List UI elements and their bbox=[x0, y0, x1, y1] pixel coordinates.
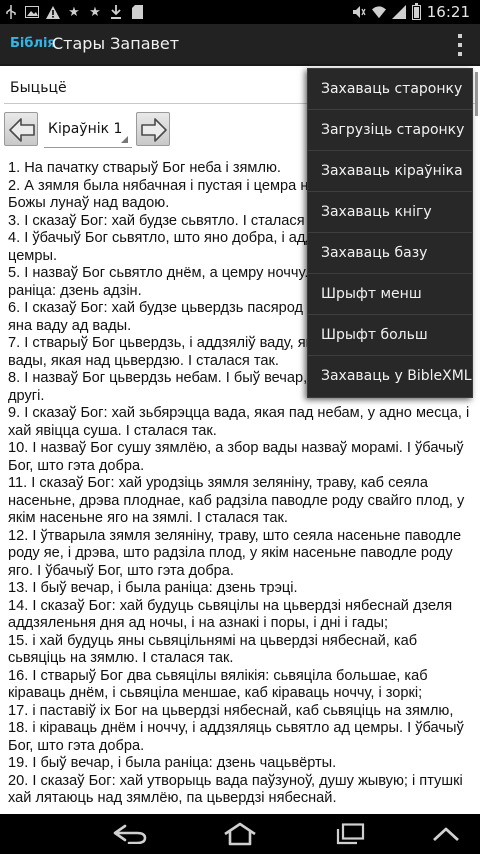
clock: 16:21 bbox=[426, 3, 470, 21]
app-logo[interactable]: Біблія bbox=[10, 36, 56, 51]
chapter-selector[interactable]: Кіраўнік 1 bbox=[48, 121, 122, 137]
home-icon bbox=[224, 822, 256, 846]
signal-icon bbox=[391, 5, 406, 19]
star-icon: ★ bbox=[68, 4, 80, 20]
verse: 16. І стварыў Бог два сьвяцілы вялікія: … bbox=[8, 667, 428, 702]
spinner-indicator-icon bbox=[121, 136, 128, 143]
verse: 11. І сказаў Бог: хай уродзіць зямля зел… bbox=[8, 475, 465, 526]
collapse-button[interactable] bbox=[426, 820, 466, 848]
back-button[interactable] bbox=[110, 820, 150, 848]
notification-icons: ★ ★ bbox=[4, 2, 144, 22]
verse: 14. І сказаў Бог: хай будуць сьвяцілы на… bbox=[8, 597, 453, 632]
verse: 12. І ўтварыла зямля зеляніну, траву, шт… bbox=[8, 527, 462, 579]
battery-icon bbox=[411, 2, 421, 20]
verse: 9. І сказаў Бог: хай зьбярэцца вада, яка… bbox=[8, 405, 470, 439]
navigation-bar bbox=[0, 814, 480, 854]
chapter-selector-underline bbox=[44, 147, 132, 148]
menu-item-save-book[interactable]: Захаваць кнігу bbox=[308, 192, 472, 233]
recent-apps-button[interactable] bbox=[330, 820, 370, 848]
previous-chapter-button[interactable] bbox=[4, 112, 38, 146]
verse: 15. і хай будуць яны сьвяцільнямі на цьв… bbox=[8, 632, 418, 667]
status-bar: ★ ★ 16:21 bbox=[0, 0, 480, 24]
page-title: Стары Запавет bbox=[52, 34, 180, 53]
verse: 19. І быў вечар, і была раніца: дзень ча… bbox=[8, 755, 337, 771]
wifi-icon bbox=[371, 5, 386, 19]
verse: 18. і кіраваць днём і ноччу, і аддзяляць… bbox=[8, 720, 464, 754]
menu-item-font-larger[interactable]: Шрыфт больш bbox=[308, 315, 472, 356]
overflow-menu: Захаваць старонку Загрузіць старонку Зах… bbox=[307, 68, 473, 398]
action-bar: Біблія Стары Запавет bbox=[0, 24, 480, 66]
verse: 13. І быў вечар, і была раніца: дзень тр… bbox=[8, 580, 298, 596]
sound-off-icon bbox=[352, 5, 366, 19]
verse: 10. І назваў Бог сушу зямлёю, а збор вад… bbox=[8, 440, 464, 474]
menu-item-save-page[interactable]: Захаваць старонку bbox=[308, 69, 472, 110]
menu-item-save-database[interactable]: Захаваць базу bbox=[308, 233, 472, 274]
verse: 20. І сказаў Бог: хай утворыць вада паўз… bbox=[8, 772, 463, 807]
system-icons: 16:21 bbox=[352, 2, 470, 22]
menu-item-load-page[interactable]: Загрузіць старонку bbox=[308, 110, 472, 151]
recent-apps-icon bbox=[336, 823, 365, 845]
arrow-right-icon bbox=[141, 118, 167, 142]
back-icon bbox=[113, 824, 147, 844]
book-selector-value: Быцьцё bbox=[10, 80, 67, 96]
menu-item-save-biblexml[interactable]: Захаваць у BibleXML bbox=[308, 356, 472, 397]
menu-item-font-smaller[interactable]: Шрыфт менш bbox=[308, 274, 472, 315]
arrow-left-icon bbox=[9, 118, 35, 142]
scrollbar[interactable] bbox=[475, 72, 478, 116]
download-icon bbox=[109, 5, 123, 19]
overflow-menu-icon[interactable] bbox=[456, 34, 464, 56]
home-button[interactable] bbox=[220, 820, 260, 848]
warning-icon bbox=[46, 5, 60, 19]
image-icon bbox=[25, 5, 39, 19]
menu-item-save-chapter[interactable]: Захаваць кіраўніка bbox=[308, 151, 472, 192]
usb-icon bbox=[4, 5, 18, 19]
next-chapter-button[interactable] bbox=[136, 112, 170, 146]
star-icon: ★ bbox=[89, 4, 101, 20]
verse: 17. і паставіў іх Бог на цьвердзі нябесн… bbox=[8, 702, 454, 719]
sd-card-icon bbox=[130, 5, 144, 19]
collapse-icon bbox=[433, 827, 459, 842]
